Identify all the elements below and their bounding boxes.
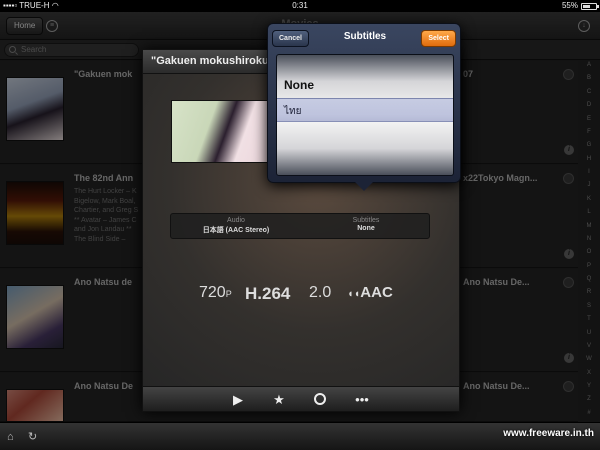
subtitle-picker[interactable]: None ไทย [276,54,454,176]
resolution-spec: 720P [199,284,232,302]
track-selector: Audio 日本語 (AAC Stereo) Subtitles None [170,213,430,239]
status-bar: ▪▪▪▪▫ TRUE-H ◠ 0:31 55% [0,0,600,12]
resolution-suffix: P [225,289,232,299]
resolution-value: 720 [199,284,226,301]
aac-waves-icon: ◖◖ [347,288,361,300]
battery-icon [581,2,599,10]
more-icon[interactable]: ••• [354,392,370,408]
subtitles-track-button[interactable]: Subtitles None [301,217,431,232]
watermark: www.freeware.in.th [503,428,594,439]
audio-label: Audio [227,217,245,224]
movie-thumbnail [171,100,281,163]
clock: 0:31 [292,1,308,10]
modal-toolbar: ▶ ★ ••• [143,386,459,411]
watched-circle-icon[interactable] [314,393,326,405]
picker-option-none[interactable]: None [277,78,453,92]
subtitles-value: None [357,225,375,232]
audio-codec-spec: ◖◖AAC [347,284,393,301]
battery-label: 55% [561,1,578,10]
refresh-icon[interactable]: ↻ [28,430,37,444]
media-specs: 720P H.264 2.0 ◖◖AAC [143,284,459,304]
audio-track-button[interactable]: Audio 日本語 (AAC Stereo) [171,217,301,235]
popover-arrow [355,182,373,191]
play-icon[interactable]: ▶ [230,392,246,408]
battery-status: 55% [561,0,599,12]
audio-value: 日本語 (AAC Stereo) [202,227,270,234]
audio-codec-value: AAC [360,284,393,301]
picker-option-thai[interactable]: ไทย [277,104,453,119]
channels-spec: 2.0 [309,284,332,301]
subtitles-popover: Cancel Subtitles Select None ไทย [267,23,461,183]
video-codec-spec: H.264 [245,284,291,303]
home-icon[interactable]: ⌂ [7,430,14,444]
star-icon[interactable]: ★ [271,392,287,408]
select-button[interactable]: Select [421,30,456,47]
subtitles-label: Subtitles [352,217,380,224]
bottom-toolbar: ⌂ ↻ www.freeware.in.th [0,422,600,450]
modal-title: "Gakuen mokushiroku [151,55,269,67]
screen: ▪▪▪▪▫ TRUE-H ◠ 0:31 55% Home ≡ Movies ↓ … [0,0,600,450]
